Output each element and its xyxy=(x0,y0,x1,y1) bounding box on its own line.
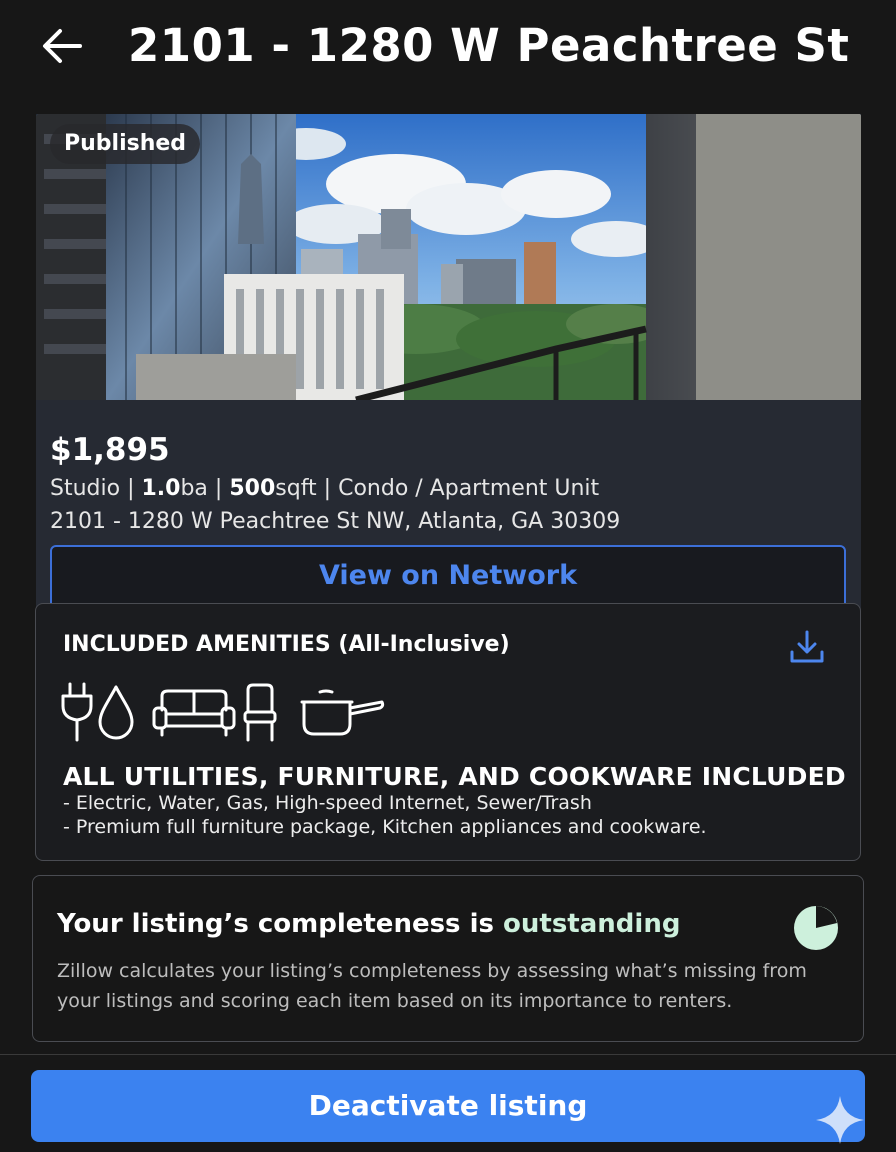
amenities-title: INCLUDED AMENITIES (All-Inclusive) xyxy=(63,632,510,657)
baths-unit: ba xyxy=(180,476,208,501)
page-title: 2101 - 1280 W Peachtree St ... xyxy=(128,19,868,72)
arrow-left-icon[interactable] xyxy=(36,22,88,70)
amenities-headline: ALL UTILITIES, FURNITURE, AND COOKWARE I… xyxy=(63,762,846,791)
sparkle-icon xyxy=(816,1096,864,1144)
listing-price: $1,895 xyxy=(50,432,170,468)
completeness-rating: outstanding xyxy=(503,909,681,939)
pie-progress-icon xyxy=(794,906,838,950)
saucepan-icon xyxy=(300,689,385,736)
listing-address: 2101 - 1280 W Peachtree St NW, Atlanta, … xyxy=(50,509,621,534)
sqft-unit: sqft xyxy=(275,476,317,501)
baths-value: 1.0 xyxy=(141,476,181,501)
amenity-icons-row xyxy=(60,674,420,754)
completeness-title-prefix: Your listing’s completeness is xyxy=(57,909,504,939)
download-icon[interactable] xyxy=(788,628,826,666)
water-drop-icon xyxy=(98,685,134,740)
footer-divider xyxy=(0,1054,896,1055)
plug-icon xyxy=(61,682,93,742)
listing-facts: Studio | 1.0ba | 500sqft | Condo / Apart… xyxy=(50,474,599,504)
chair-icon xyxy=(243,683,277,742)
facts-separator: | xyxy=(316,476,339,501)
listing-detail-screen: 2101 - 1280 W Peachtree St ... Published… xyxy=(0,0,896,1152)
completeness-title: Your listing’s completeness is outstandi… xyxy=(57,906,680,942)
sofa-icon xyxy=(152,689,236,737)
top-app-bar: 2101 - 1280 W Peachtree St ... xyxy=(0,0,896,100)
amenities-card: INCLUDED AMENITIES (All-Inclusive) ALL U… xyxy=(35,603,861,861)
sqft-value: 500 xyxy=(229,476,276,501)
completeness-card: Your listing’s completeness is outstandi… xyxy=(32,875,864,1042)
amenities-line-utilities: - Electric, Water, Gas, High-speed Inter… xyxy=(63,792,592,814)
deactivate-listing-button[interactable]: Deactivate listing xyxy=(31,1070,865,1142)
beds-value: Studio xyxy=(50,476,121,501)
listing-card: Published $1,895 Studio | 1.0ba | 500sqf… xyxy=(36,114,861,614)
property-type: Condo / Apartment Unit xyxy=(338,476,600,501)
status-badge: Published xyxy=(50,124,201,164)
facts-separator: | xyxy=(207,476,230,501)
facts-separator: | xyxy=(120,476,142,501)
view-on-network-button[interactable]: View on Network xyxy=(50,545,846,609)
amenities-line-furniture: - Premium full furniture package, Kitche… xyxy=(63,816,707,838)
completeness-description: Zillow calculates your listing’s complet… xyxy=(57,960,807,1012)
